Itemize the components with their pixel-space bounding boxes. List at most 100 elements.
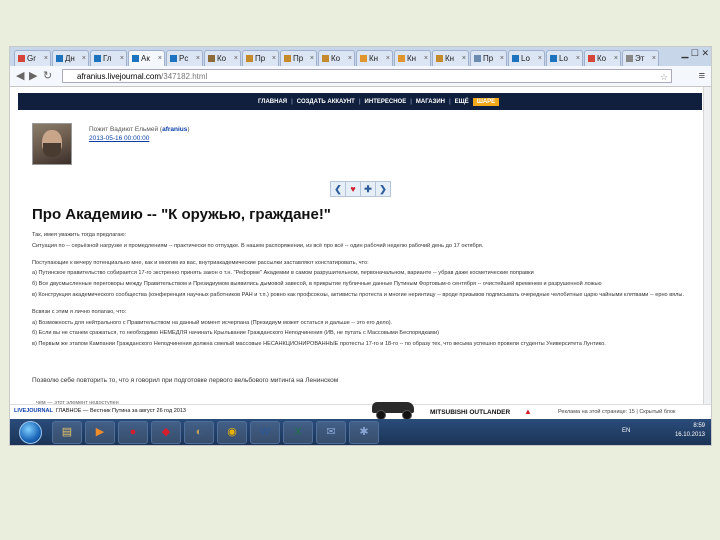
tab-close-icon[interactable]: ×: [538, 51, 542, 66]
tab-favicon-icon: [322, 55, 329, 62]
tab-close-icon[interactable]: ×: [272, 51, 276, 66]
tab-close-icon[interactable]: ×: [576, 51, 580, 66]
browser-tab[interactable]: Кн ×: [394, 50, 431, 66]
site-nav-item[interactable]: МАГАЗИН: [416, 99, 445, 105]
start-button[interactable]: [19, 421, 42, 444]
reload-button[interactable]: ↻: [43, 69, 52, 83]
tab-close-icon[interactable]: ×: [158, 51, 162, 66]
nav-separator: |: [358, 98, 361, 105]
tab-close-icon[interactable]: ×: [348, 51, 352, 66]
status-prefix: LIVEJOURNAL: [14, 408, 53, 414]
tab-label: Пр: [255, 54, 266, 63]
site-nav: ГЛАВНАЯ | СОЗДАТЬ АККАУНТ | ИНТЕРЕСНОЕ | МАГАЗ…: [258, 93, 500, 110]
browser-tab[interactable]: Гл ×: [90, 50, 127, 66]
browser-tab[interactable]: Ко ×: [204, 50, 241, 66]
vertical-scrollbar[interactable]: [703, 87, 711, 407]
tab-favicon-icon: [246, 55, 253, 62]
tab-close-icon[interactable]: ×: [44, 51, 48, 66]
url-host: afranius.livejournal.com: [77, 72, 162, 81]
tab-close-icon[interactable]: ×: [386, 51, 390, 66]
post-navigation: ❮ ♥ ✚ ❯: [330, 181, 391, 197]
like-heart-icon[interactable]: ♥: [346, 182, 361, 196]
status-text: ГЛАВНОЕ — Вестник Путина за август 26 го…: [55, 408, 186, 414]
media-icon[interactable]: ▶: [85, 421, 115, 444]
tab-favicon-icon: [436, 55, 443, 62]
tab-label: Дн: [65, 54, 75, 63]
language-indicator[interactable]: EN: [622, 428, 630, 434]
explorer-icon[interactable]: ▤: [52, 421, 82, 444]
site-nav-item[interactable]: ЕЩЁ: [455, 99, 469, 105]
tab-label: Ко: [597, 54, 607, 63]
prev-entry-button[interactable]: ❮: [331, 182, 346, 196]
browser-tab[interactable]: Lo ×: [546, 50, 583, 66]
post-paragraph: Всвязи с этим я лично полагаю, что:: [32, 308, 127, 315]
tab-close-icon[interactable]: ×: [120, 51, 124, 66]
tab-close-icon[interactable]: ×: [652, 51, 656, 66]
site-nav-item[interactable]: ИНТЕРЕСНОЕ: [365, 99, 407, 105]
tab-label: Gr: [27, 54, 36, 63]
tab-close-icon[interactable]: ×: [614, 51, 618, 66]
browser-tab[interactable]: Кн ×: [432, 50, 469, 66]
tab-favicon-icon: [550, 55, 557, 62]
system-clock[interactable]: 8:59 16.10.2013: [675, 422, 705, 440]
browser-tab[interactable]: Ак ×: [128, 50, 165, 66]
tab-close-icon[interactable]: ×: [500, 51, 504, 66]
post-closing-line: Позволю себе повторить то, что я говорил…: [32, 377, 339, 384]
site-nav-highlight[interactable]: ШАРЕ: [472, 97, 500, 106]
browser-tab[interactable]: Кн ×: [356, 50, 393, 66]
avatar[interactable]: [32, 123, 72, 165]
bookmark-star-icon[interactable]: ☆: [660, 70, 668, 84]
browser-tab[interactable]: Lo ×: [508, 50, 545, 66]
toolbar: ◀ ▶ ↻ afranius.livejournal.com/347182.ht…: [10, 66, 711, 87]
browser-tab[interactable]: Пр ×: [470, 50, 507, 66]
pdf-icon[interactable]: ◆: [151, 421, 181, 444]
site-nav-item[interactable]: ГЛАВНАЯ: [258, 99, 287, 105]
tab-close-icon[interactable]: ×: [310, 51, 314, 66]
post-paragraph: а) Путинское правительство собирается 17…: [32, 270, 534, 277]
browser-tab[interactable]: Gr ×: [14, 50, 51, 66]
ad-brand-text[interactable]: MITSUBISHI OUTLANDER: [430, 409, 510, 416]
messenger-icon[interactable]: ✉: [316, 421, 346, 444]
tab-close-icon[interactable]: ×: [462, 51, 466, 66]
post-date[interactable]: 2013-05-16 00:00:00: [89, 135, 149, 142]
photo-icon[interactable]: ◐: [184, 421, 214, 444]
browser-tab[interactable]: Дн ×: [52, 50, 89, 66]
browser-tab[interactable]: Эт ×: [622, 50, 659, 66]
post-paragraph: Так, имея уважить тогда предлагаю:: [32, 232, 127, 238]
tab-close-icon[interactable]: ×: [234, 51, 238, 66]
back-button[interactable]: ◀: [16, 69, 24, 83]
tab-favicon-icon: [398, 55, 405, 62]
tab-label: Гл: [103, 54, 112, 63]
status-bar: LIVEJOURNAL ГЛАВНОЕ — Вестник Путина за …: [10, 408, 274, 417]
tab-close-icon[interactable]: ×: [196, 51, 200, 66]
post-paragraph: в) Первым же этапом Кампании Гражданског…: [32, 341, 606, 348]
post-paragraph: б) Все двусмысленные переговоры между Пр…: [32, 281, 602, 288]
address-bar[interactable]: afranius.livejournal.com/347182.html ☆: [62, 69, 672, 83]
site-nav-item[interactable]: СОЗДАТЬ АККАУНТ: [297, 99, 355, 105]
tab-favicon-icon: [56, 55, 63, 62]
opera-icon[interactable]: ●: [118, 421, 148, 444]
browser-tab[interactable]: Пр ×: [242, 50, 279, 66]
tab-close-icon[interactable]: ×: [424, 51, 428, 66]
browser-tab[interactable]: Ко ×: [584, 50, 621, 66]
post-paragraph: в) Конструкция академического сообщества…: [32, 291, 685, 298]
tab-label: Эт: [635, 54, 645, 63]
window-controls[interactable]: ▁ ☐ ✕: [681, 48, 709, 59]
post-paragraph: Ситуация по -- серьёзной нагрузке и пром…: [32, 242, 484, 249]
next-entry-button[interactable]: ❯: [376, 182, 390, 196]
tab-close-icon[interactable]: ×: [82, 51, 86, 66]
car-image[interactable]: [370, 399, 418, 420]
tools-icon[interactable]: ✱: [349, 421, 379, 444]
word-icon[interactable]: W: [250, 421, 280, 444]
add-memories-button[interactable]: ✚: [361, 182, 376, 196]
username-link[interactable]: afranius: [162, 126, 187, 133]
menu-icon[interactable]: ≡: [699, 70, 705, 82]
chrome-icon[interactable]: ◉: [217, 421, 247, 444]
forward-button[interactable]: ▶: [29, 69, 37, 83]
browser-tab[interactable]: Пр ×: [280, 50, 317, 66]
browser-tab[interactable]: Ко ×: [318, 50, 355, 66]
excel-icon[interactable]: X: [283, 421, 313, 444]
post-body: Так, имея уважить тогда предлагаю: Ситуац…: [32, 232, 692, 352]
tab-label: Lo: [559, 54, 568, 63]
browser-tab[interactable]: Рс ×: [166, 50, 203, 66]
